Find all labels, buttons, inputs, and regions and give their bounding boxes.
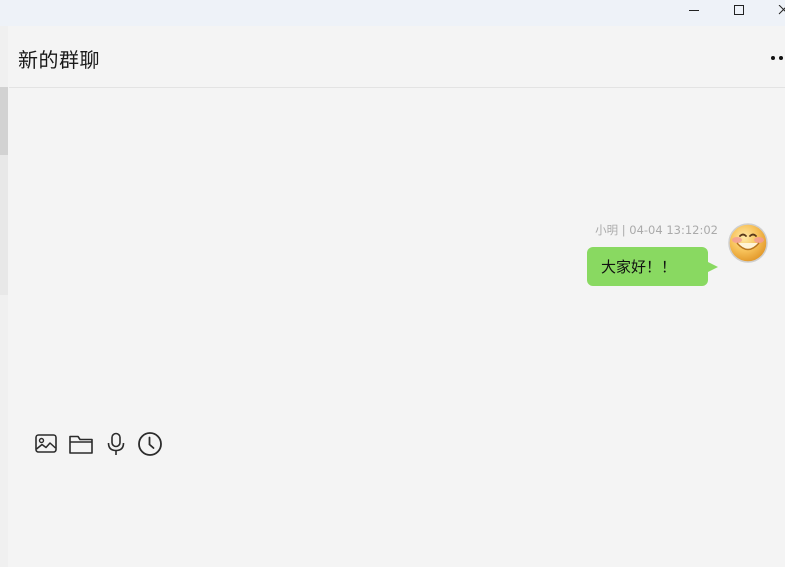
window-titlebar [0, 0, 785, 26]
clock-icon [138, 432, 162, 456]
more-icon-dot [779, 56, 783, 60]
smiley-avatar[interactable] [727, 222, 769, 264]
message-bubble[interactable]: 大家好！！ [587, 247, 708, 286]
message-bubble-tail [708, 262, 718, 272]
image-icon [35, 434, 57, 453]
history-button[interactable] [137, 431, 163, 457]
message-meta: 小明 | 04-04 13:12:02 [595, 223, 718, 237]
more-icon [771, 56, 775, 60]
maximize-icon [734, 5, 744, 15]
scrollbar-thumb[interactable] [0, 87, 8, 155]
voice-button[interactable] [103, 431, 129, 457]
minimize-button[interactable] [683, 0, 705, 22]
close-button[interactable] [773, 0, 785, 22]
close-icon [778, 5, 785, 15]
folder-button[interactable] [68, 431, 94, 457]
maximize-button[interactable] [728, 0, 750, 22]
microphone-icon [107, 432, 125, 455]
smiley-avatar-icon [728, 223, 768, 263]
folder-icon [69, 435, 93, 454]
chat-title: 新的群聊 [18, 48, 100, 72]
minimize-icon [689, 10, 699, 11]
more-button[interactable] [771, 54, 785, 62]
chat-header: 新的群聊 [9, 26, 785, 88]
image-button[interactable] [33, 431, 59, 457]
